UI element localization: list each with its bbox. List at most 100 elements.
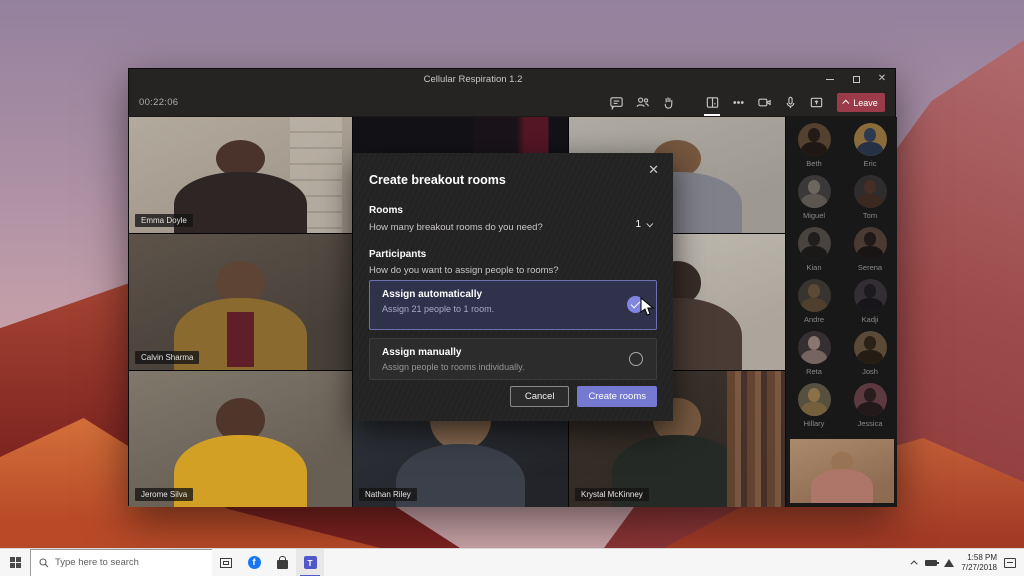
room-count-dropdown[interactable]: 1 [631, 217, 657, 232]
avatar [854, 279, 887, 312]
participant-item[interactable]: Serena [842, 227, 898, 279]
store-app-button[interactable] [268, 549, 296, 576]
participant-item[interactable]: Miguel [786, 175, 842, 227]
participant-name: Josh [862, 367, 878, 376]
network-indicator[interactable] [944, 559, 954, 567]
participant-name: Eric [864, 159, 877, 168]
avatar [854, 227, 887, 260]
network-icon [944, 559, 954, 567]
leave-button[interactable]: Leave [837, 93, 885, 112]
windows-taskbar: f T 1:58 PM 7/27/2018 [0, 548, 1024, 576]
participant-item[interactable]: Beth [786, 123, 842, 175]
maximize-button[interactable] [843, 69, 869, 89]
facebook-app-button[interactable]: f [240, 549, 268, 576]
leave-chevron-icon [842, 100, 849, 107]
participant-name: Tom [863, 211, 877, 220]
chat-button[interactable] [603, 91, 629, 115]
option-title: Assign manually [382, 347, 644, 358]
raise-hand-button[interactable] [655, 91, 681, 115]
video-tile[interactable] [790, 439, 894, 503]
avatar [854, 123, 887, 156]
action-center-button[interactable] [1004, 558, 1016, 568]
rooms-question: How many breakout rooms do you need? [369, 222, 543, 233]
clock-time: 1:58 PM [961, 553, 997, 563]
search-input[interactable] [55, 557, 195, 568]
dialog-close-button[interactable]: ✕ [644, 161, 663, 178]
participants-section-label: Participants [369, 249, 426, 260]
participant-item[interactable]: Kadji [842, 279, 898, 331]
task-view-icon [220, 558, 232, 568]
meeting-timer: 00:22:06 [139, 97, 178, 108]
share-screen-button[interactable] [803, 91, 829, 115]
microphone-button[interactable] [777, 91, 803, 115]
video-tile[interactable]: Jerome Silva [129, 371, 352, 507]
participant-silhouette [174, 172, 308, 233]
chevron-down-icon [646, 220, 653, 227]
teams-meeting-window: Cellular Respiration 1.2 ✕ 00:22:06 [128, 68, 896, 506]
participants-button[interactable] [629, 91, 655, 115]
participant-silhouette [811, 469, 873, 503]
radio-unselected-icon[interactable] [629, 352, 643, 366]
maximize-icon [853, 76, 860, 83]
create-breakout-rooms-dialog: ✕ Create breakout rooms Rooms How many b… [353, 153, 673, 421]
participant-name: Beth [806, 159, 821, 168]
camera-icon [757, 95, 772, 110]
avatar [798, 383, 831, 416]
taskbar-search[interactable] [30, 549, 212, 576]
teams-icon: T [304, 556, 317, 569]
participants-grid: Beth Eric Miguel Tom Kian Serena Andre K… [786, 117, 897, 435]
cancel-button[interactable]: Cancel [510, 386, 570, 407]
participant-name-badge: Nathan Riley [359, 488, 417, 501]
participant-item[interactable]: Kian [786, 227, 842, 279]
start-button[interactable] [0, 549, 30, 576]
close-window-button[interactable]: ✕ [869, 69, 895, 89]
chevron-up-icon [911, 560, 918, 567]
participant-name: Miguel [803, 211, 825, 220]
option-subtitle: Assign 21 people to 1 room. [382, 304, 644, 314]
participant-name-badge: Krystal McKinney [575, 488, 649, 501]
participant-item[interactable]: Tom [842, 175, 898, 227]
facebook-icon: f [248, 556, 261, 569]
participant-name: Jessica [857, 419, 882, 428]
store-icon [277, 560, 288, 569]
participant-item[interactable]: Eric [842, 123, 898, 175]
participant-item[interactable]: Andre [786, 279, 842, 331]
teams-app-button[interactable]: T [296, 549, 324, 576]
more-options-button[interactable] [725, 91, 751, 115]
taskbar-clock[interactable]: 1:58 PM 7/27/2018 [961, 553, 997, 573]
participant-item[interactable]: Jessica [842, 383, 898, 435]
participant-item[interactable]: Reta [786, 331, 842, 383]
participants-rail: Beth Eric Miguel Tom Kian Serena Andre K… [785, 117, 897, 507]
people-icon [635, 95, 650, 110]
desktop: Cellular Respiration 1.2 ✕ 00:22:06 [0, 0, 1024, 576]
more-icon [731, 95, 746, 110]
system-tray: 1:58 PM 7/27/2018 [913, 553, 1024, 573]
chat-icon [609, 95, 624, 110]
option-title: Assign automatically [382, 289, 644, 300]
battery-indicator[interactable] [925, 560, 937, 566]
camera-button[interactable] [751, 91, 777, 115]
raise-hand-icon [661, 95, 676, 110]
breakout-rooms-button[interactable] [699, 91, 725, 115]
task-view-button[interactable] [212, 549, 240, 576]
avatar [854, 175, 887, 208]
video-tile[interactable]: Emma Doyle [129, 117, 352, 233]
create-rooms-button[interactable]: Create rooms [577, 386, 657, 407]
participant-name: Hillary [804, 419, 825, 428]
clock-date: 7/27/2018 [961, 563, 997, 573]
search-icon [39, 558, 49, 568]
close-icon: ✕ [648, 162, 659, 177]
participant-name: Kian [806, 263, 821, 272]
tray-expand-button[interactable] [913, 560, 918, 565]
avatar [854, 383, 887, 416]
video-tile[interactable]: Calvin Sharma [129, 234, 352, 370]
option-subtitle: Assign people to rooms individually. [382, 362, 644, 372]
assign-automatically-option[interactable]: Assign automatically Assign 21 people to… [369, 280, 657, 330]
window-titlebar: Cellular Respiration 1.2 ✕ [129, 69, 895, 89]
participants-question: How do you want to assign people to room… [369, 265, 559, 276]
assign-manually-option[interactable]: Assign manually Assign people to rooms i… [369, 338, 657, 380]
participant-item[interactable]: Hillary [786, 383, 842, 435]
participant-name-badge: Emma Doyle [135, 214, 193, 227]
minimize-button[interactable] [817, 69, 843, 89]
participant-item[interactable]: Josh [842, 331, 898, 383]
